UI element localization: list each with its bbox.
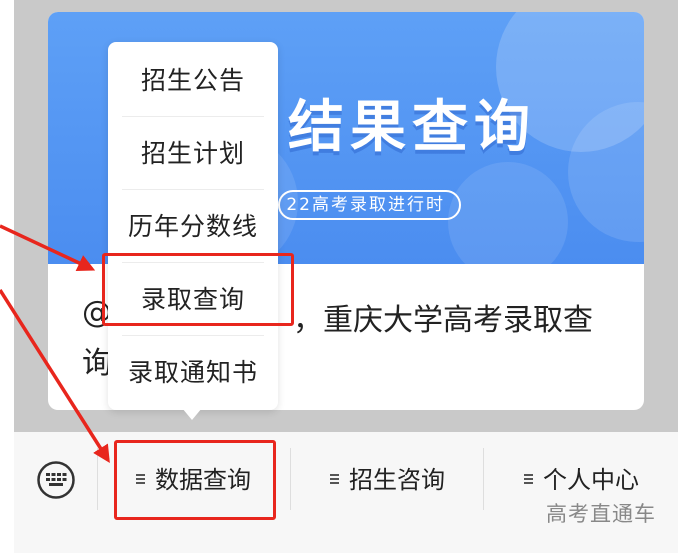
arrow-to-data-query <box>0 289 110 463</box>
annotation-arrows <box>0 224 110 463</box>
arrow-to-admission-query <box>0 224 96 271</box>
